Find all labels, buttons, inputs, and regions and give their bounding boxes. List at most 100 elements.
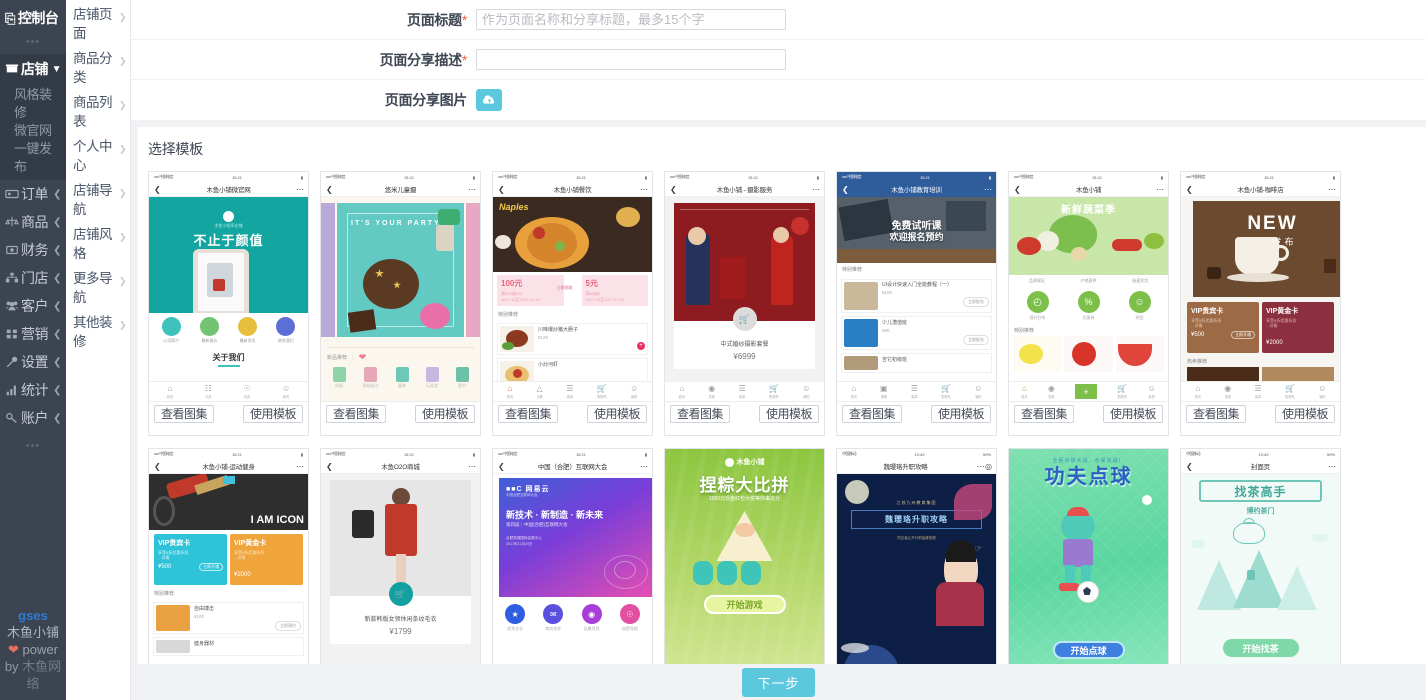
hero-headline: IT'S YOUR PARTY <box>351 220 441 227</box>
add-to-cart-icon[interactable]: + <box>637 342 645 350</box>
user-icon: ☺ <box>282 383 291 393</box>
view-gallery-button[interactable]: 查看图集 <box>326 405 386 423</box>
sidebar-item-customer[interactable]: 客户 ❮ <box>0 292 66 320</box>
sidebar-item-store[interactable]: 门店 ❮ <box>0 264 66 292</box>
template-card[interactable]: ••••• 中国电信 15:21 ▮ ❮ 木鱼小铺 ⋯ 新鲜蔬菜季 品质保证 产… <box>1008 171 1169 436</box>
cloud-upload-icon[interactable] <box>476 89 502 111</box>
template-card[interactable]: ••••• 中国电信 15:21 ▮ ❮ 木鱼小铺教育培训 ⋯ 免费试听课 欢迎… <box>836 171 997 436</box>
battery-icon: ▮ <box>988 174 991 180</box>
sidebar-section-shop[interactable]: 店铺 ▼ <box>0 54 66 84</box>
sidebar-subitem-micro-site[interactable]: 微官网 <box>0 122 66 140</box>
hero-meta-2: 2017年11月24日 <box>506 542 533 546</box>
vip-card-1-cta[interactable]: 立即开通 <box>1231 331 1255 339</box>
subnav-item-other-decor[interactable]: 其他装修 ❯ <box>66 310 130 354</box>
phone-nav-title: 封面页 <box>1251 464 1270 471</box>
subnav-label: 个人中心 <box>73 139 113 173</box>
sidebar-item-finance[interactable]: 财务 ❮ <box>0 236 66 264</box>
coupon-action[interactable]: 立即领取 <box>553 285 577 291</box>
page-desc-input[interactable] <box>476 49 786 70</box>
template-card[interactable]: ••••• 中国电信 15:21 ▮ ❮ 木鱼O2O商城 ⋯ 🛒 新款韩版女领休… <box>320 448 481 664</box>
phone-nav-title: 木鱼小铺-运动健身 <box>202 464 255 471</box>
phone-nav-title: 木鱼小铺微官网 <box>206 187 251 194</box>
subnav-item-shop-nav[interactable]: 店铺导航 ❯ <box>66 178 130 222</box>
template-card[interactable]: ••••• 中国电信 15:21 ▮ ❮ 木鱼小铺微官网 ⋯ 木鱼小程序店铺 不… <box>148 171 309 436</box>
subnav-item-goods-category[interactable]: 商品分类 ❯ <box>66 46 130 90</box>
use-template-button[interactable]: 使用模板 <box>1275 405 1335 423</box>
add-icon[interactable]: + <box>1075 384 1098 399</box>
home-icon: ⌂ <box>507 383 513 393</box>
home-icon: ⌂ <box>1021 383 1027 393</box>
start-game-button[interactable]: 开始找茶 <box>1222 639 1299 657</box>
sidebar-subitem-publish[interactable]: 一键发布 <box>0 140 66 176</box>
enroll-button[interactable]: 立即报名 <box>963 297 989 307</box>
sidebar-item-stats[interactable]: 统计 ❮ <box>0 376 66 404</box>
template-card[interactable]: 中国移动 10:49 59% 魏璎珞升职攻略 ⋯ ◎ 江苏九州教育集团 魏璎珞升… <box>836 448 997 664</box>
template-card[interactable]: 木鱼小铺 捏粽大比拼 1000元现金红包大奖等你来瓜分 开始游戏 游戏玩法 排行 <box>664 448 825 664</box>
chevron-down-icon: ▼ <box>51 63 62 75</box>
sidebar-item-goods[interactable]: 商品 ❮ <box>0 208 66 236</box>
start-game-button[interactable]: 开始点球 <box>1052 641 1125 659</box>
template-card[interactable]: ••••• 中国电信 15:21 ▮ ❮ 悠米儿童摄 ⋯ IT'S YOUR P… <box>320 171 481 436</box>
subnav-item-personal-center[interactable]: 个人中心 ❯ <box>66 134 130 178</box>
use-template-button[interactable]: 使用模板 <box>415 405 475 423</box>
use-template-button[interactable]: 使用模板 <box>587 405 647 423</box>
sidebar-subitem-style[interactable]: 风格装修 <box>0 86 66 122</box>
sidebar-item-order[interactable]: 订单 ❮ <box>0 180 66 208</box>
view-gallery-button[interactable]: 查看图集 <box>154 405 214 423</box>
subnav-item-shop-pages[interactable]: 店铺页面 ❯ <box>66 2 130 46</box>
view-gallery-button[interactable]: 查看图集 <box>670 405 730 423</box>
subnav-item-shop-style[interactable]: 店铺风格 ❯ <box>66 222 130 266</box>
template-card[interactable]: 全民点球大战，水保实战！ 功夫点球 开始点球 <box>1008 448 1169 664</box>
sidebar-item-marketing[interactable]: 营销 ❮ <box>0 320 66 348</box>
more-icon: ⋯ <box>812 184 820 194</box>
phone-nav-title: 木鱼小铺 <box>1075 187 1102 194</box>
feature-tag: 产地直供 <box>1080 278 1097 283</box>
phone-nav-title: 木鱼小铺教育培训 <box>891 187 942 194</box>
sidebar-footer-shop: 木鱼小铺 <box>6 625 59 640</box>
course-row: 吉它初级班 <box>841 353 992 373</box>
subnav-item-goods-list[interactable]: 商品列表 ❯ <box>66 90 130 134</box>
cart-badge-icon[interactable]: 🛒 <box>388 582 413 606</box>
phone-nav-bar: ❮ 封面页 ⋯ <box>1181 459 1340 474</box>
carrier-label: ••••• 中国电信 <box>154 174 174 179</box>
template-card[interactable]: ••••• 中国电信 15:21 ▮ ❮ 中国（合肥）互联网大会 ⋯ ■■C 网… <box>492 448 653 664</box>
template-card[interactable]: ••••• 中国电信 15:21 ▮ ❮ 木鱼小铺-运动健身 ⋯ I AM IC… <box>148 448 309 664</box>
more-icon[interactable]: ⋯ ◎ <box>965 462 992 471</box>
template-card[interactable]: ••••• 中国电信 15:21 ▮ ❮ 木鱼小铺-咖啡店 ⋯ NEW VIP贵… <box>1180 171 1341 436</box>
view-gallery-button[interactable]: 查看图集 <box>1014 405 1074 423</box>
feature-icons: ★ 优秀企业 ✉ 商务合作 ◉ 征集项目 ☉ 加密导航 <box>493 597 652 634</box>
use-template-button[interactable]: 使用模板 <box>759 405 819 423</box>
sidebar-item-account[interactable]: 账户 ❮ <box>0 404 66 432</box>
more-icon: ⋯ <box>468 461 476 471</box>
template-preview: ••••• 中国电信 15:21 ▮ ❮ 中国（合肥）互联网大会 ⋯ ■■C 网… <box>493 449 652 664</box>
enroll-button[interactable]: 立即报名 <box>963 335 989 345</box>
cart-badge-icon[interactable]: 🛒 <box>732 307 757 331</box>
subnav-item-more-nav[interactable]: 更多导航 ❯ <box>66 266 130 310</box>
time-label: 15:21 <box>403 451 414 457</box>
page-title-input[interactable] <box>476 9 786 30</box>
product-name: 健身器材 <box>194 641 215 647</box>
book-button[interactable]: 立即预约 <box>275 621 301 631</box>
group-buy-icon: ☺ <box>1128 291 1151 313</box>
template-preview: 中国移动 10:49 59% ❮ 封面页 ⋯ 找茶高手 博约茶门 开始找茶 <box>1181 449 1340 664</box>
use-template-button[interactable]: 使用模板 <box>243 405 303 423</box>
sidebar-item-settings[interactable]: 设置 ❮ <box>0 348 66 376</box>
user-icon: ☺ <box>974 383 983 393</box>
start-game-button[interactable]: 开始游戏 <box>703 595 786 614</box>
template-card[interactable]: ••••• 中国电信 15:21 ▮ ❮ 木鱼小铺餐饮 ⋯ Naples 100… <box>492 171 653 436</box>
use-template-button[interactable]: 使用模板 <box>1103 405 1163 423</box>
console-brand[interactable]: ⎘ 控制台 <box>0 0 66 34</box>
template-preview: ••••• 中国电信 15:21 ▮ ❮ 木鱼小铺-运动健身 ⋯ I AM IC… <box>149 449 308 664</box>
use-template-button[interactable]: 使用模板 <box>931 405 991 423</box>
feature-icons: ◴ 限时秒杀 % 优惠券 ☺ 拼团 <box>1009 287 1168 325</box>
sidebar-item-marketing-label: 营销 <box>21 326 49 342</box>
view-gallery-button[interactable]: 查看图集 <box>1186 405 1246 423</box>
vip-card-1-cta[interactable]: 立即开通 <box>199 563 223 571</box>
view-gallery-button[interactable]: 查看图集 <box>842 405 902 423</box>
view-gallery-button[interactable]: 查看图集 <box>498 405 558 423</box>
phone-body: 木鱼小铺 捏粽大比拼 1000元现金红包大奖等你来瓜分 开始游戏 游戏玩法 排行 <box>665 449 824 664</box>
template-preview: ••••• 中国电信 15:21 ▮ ❮ 木鱼小铺餐饮 ⋯ Naples 100… <box>493 172 652 401</box>
next-step-button[interactable]: 下一步 <box>742 667 815 697</box>
template-card[interactable]: ••••• 中国电信 15:21 ▮ ❮ 木鱼小铺 - 摄影服务 ⋯ 🛒 中式婚… <box>664 171 825 436</box>
template-card[interactable]: 中国移动 10:49 59% ❮ 封面页 ⋯ 找茶高手 博约茶门 开始找茶 <box>1180 448 1341 664</box>
